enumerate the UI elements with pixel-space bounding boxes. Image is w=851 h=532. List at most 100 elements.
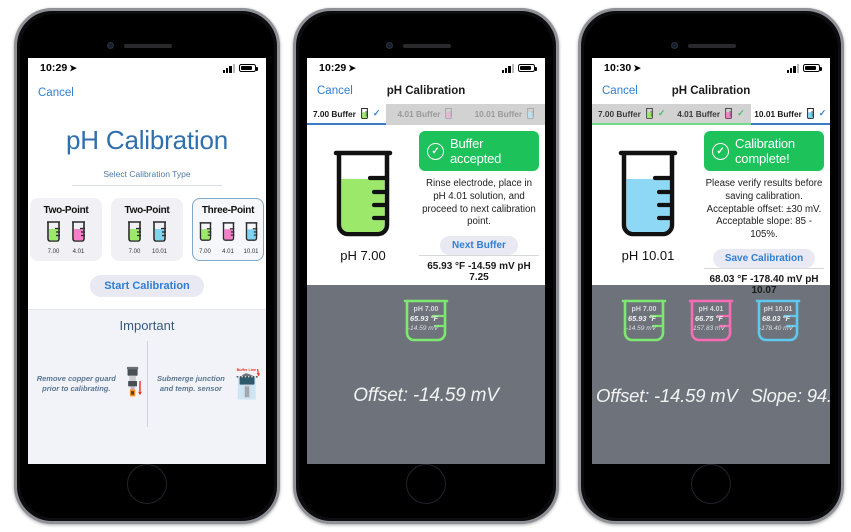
result-chip: pH 10.01 68.03 °F -178.40 mV xyxy=(749,297,807,350)
next-buffer-button[interactable]: Next Buffer xyxy=(440,236,518,256)
current-buffer-ph: pH 10.01 xyxy=(621,248,675,263)
tab-buffer-4-01[interactable]: 4.01 Buffer ✓ xyxy=(671,104,751,125)
tip-remove-copper-guard: Remove copper guard prior to calibrating… xyxy=(28,341,148,427)
result-beaker-icon: pH 4.01 66.75 °F 157.83 mV xyxy=(688,299,734,342)
chip-ph: pH 4.01 xyxy=(699,306,724,313)
beaker-glyph xyxy=(47,221,60,242)
buffer-tab-bar: 7.00 Buffer ✓ 4.01 Buffer xyxy=(592,104,830,125)
live-readout: 65.93 °F -14.59 mV pH 7.25 xyxy=(419,255,539,287)
tab-check-icon: ✓ xyxy=(818,108,827,118)
status-indicators xyxy=(501,63,537,73)
chip-ph: pH 10.01 xyxy=(764,306,793,313)
large-beaker-icon xyxy=(618,150,678,237)
phone-1-body: 10:29 ➤ Cancel pH Calibration Select Cali… xyxy=(20,14,274,518)
buffer-tab-bar: 7.00 Buffer ✓ 4.01 Buffer xyxy=(307,104,545,125)
probe-submerged-icon: Buffer Line xyxy=(236,368,261,400)
beaker-glyph xyxy=(128,221,141,242)
phone-1-screen: 10:29 ➤ Cancel pH Calibration Select Cali… xyxy=(28,58,266,464)
beaker-glyph xyxy=(72,221,85,242)
check-circle-icon: ✓ xyxy=(712,142,729,160)
nav-bar: Cancel pH Calibration xyxy=(592,78,830,104)
signal-bars-icon xyxy=(786,63,799,73)
large-beaker-icon xyxy=(333,150,393,237)
step-details: ✓ Calibration complete! Please verify re… xyxy=(704,125,830,296)
status-banner: ✓ Calibration complete! xyxy=(704,131,824,171)
offset-value: Offset: -14.59 mV xyxy=(353,385,499,406)
summary-text: Offset: -14.59 mV xyxy=(307,385,545,407)
front-camera-icon xyxy=(386,42,393,49)
home-button[interactable] xyxy=(691,464,731,504)
phone-2-body: 10:29 ➤ Cancel pH Calibration 7.00 Buffer xyxy=(299,14,553,518)
important-tips: Remove copper guard prior to calibrating… xyxy=(28,341,266,427)
current-buffer-display: pH 10.01 xyxy=(592,125,704,285)
beaker-glyph xyxy=(153,221,166,242)
tip-submerge-junction: Submerge junction and temp. sensor Buffe… xyxy=(148,341,267,427)
status-time: 10:29 ➤ xyxy=(40,62,77,74)
select-calibration-type-label: Select Calibration Type xyxy=(103,169,191,179)
tab-label: 4.01 Buffer xyxy=(397,108,441,119)
phone-3-screen: 10:30 ➤ Cancel pH Calibration 7.00 Buffer xyxy=(592,58,830,464)
beaker-icon: 7.00 xyxy=(196,220,215,255)
important-title: Important xyxy=(119,318,175,333)
phone-3-body: 10:30 ➤ Cancel pH Calibration 7.00 Buffer xyxy=(584,14,838,518)
tab-buffer-10-01[interactable]: 10.01 Buffer xyxy=(465,104,545,125)
home-button[interactable] xyxy=(127,464,167,504)
cancel-button[interactable]: Cancel xyxy=(38,87,74,99)
calibration-type-label: Two-Point xyxy=(124,205,170,216)
beaker-icon xyxy=(360,108,368,119)
beaker-glyph xyxy=(245,222,257,241)
save-calibration-button[interactable]: Save Calibration xyxy=(712,248,816,268)
result-chips: pH 7.00 65.93 °F -14.59 mV xyxy=(307,297,545,350)
nav-bar: Cancel xyxy=(28,78,266,108)
calibration-type-two-point-7-10[interactable]: Two-Point 7.00 10.01 xyxy=(111,198,183,261)
result-beaker-icon: pH 7.00 65.93 °F -14.59 mV xyxy=(403,299,449,342)
beaker-icon: 7.00 xyxy=(124,220,145,255)
battery-icon xyxy=(239,63,258,73)
calibration-type-options: Two-Point 7.00 4.01 Two-Point 7.00 10.01… xyxy=(28,198,266,261)
phone-1: 10:29 ➤ Cancel pH Calibration Select Cali… xyxy=(14,8,280,524)
beaker-set: 7.00 10.01 xyxy=(116,220,178,255)
chip-temp: 68.03 °F xyxy=(762,314,791,323)
chip-temp: 66.75 °F xyxy=(695,314,724,323)
chip-mv: -178.40 mV xyxy=(759,325,794,332)
chip-mv: -14.59 mV xyxy=(626,325,657,332)
status-bar: 10:30 ➤ xyxy=(592,58,830,78)
tab-buffer-7-00[interactable]: 7.00 Buffer ✓ xyxy=(307,104,387,125)
chip-mv: -14.59 mV xyxy=(408,325,439,332)
beaker-icon xyxy=(527,108,534,119)
status-banner: ✓ Buffer accepted xyxy=(419,131,539,171)
result-chips: pH 7.00 65.93 °F -14.59 mV pH 4.01 66.75… xyxy=(592,297,830,350)
location-arrow-icon: ➤ xyxy=(348,63,357,73)
beaker-icon: 7.00 xyxy=(43,220,64,255)
beaker-set: 7.00 4.01 xyxy=(35,220,97,255)
battery-icon xyxy=(803,63,822,73)
calibration-type-label: Three-Point xyxy=(201,205,255,216)
earpiece-speaker xyxy=(124,44,172,48)
home-button[interactable] xyxy=(406,464,446,504)
tab-check-icon: ✓ xyxy=(737,108,745,118)
chip-temp: 65.93 °F xyxy=(628,314,657,323)
tab-buffer-4-01[interactable]: 4.01 Buffer xyxy=(386,104,466,125)
beaker-icon: 10.01 xyxy=(242,220,261,255)
calibration-type-three-point[interactable]: Three-Point 7.00 4.01 10.01 xyxy=(192,198,264,261)
page-title: pH Calibration xyxy=(386,85,466,97)
chip-temp: 65.93 °F xyxy=(410,314,439,323)
probe-no-guard-icon xyxy=(126,366,142,397)
beaker-label: 4.01 xyxy=(222,249,234,255)
buffer-line-label: Buffer Line xyxy=(237,368,256,372)
location-arrow-icon: ➤ xyxy=(633,63,642,73)
tab-buffer-10-01[interactable]: 10.01 Buffer ✓ xyxy=(750,104,830,125)
status-time: 10:29 ➤ xyxy=(319,62,356,74)
calibration-type-two-point-7-4[interactable]: Two-Point 7.00 4.01 xyxy=(30,198,102,261)
status-time-text: 10:29 xyxy=(319,62,347,74)
beaker-icon xyxy=(725,108,733,119)
status-banner-text: Calibration complete! xyxy=(735,136,795,166)
status-time-text: 10:30 xyxy=(604,62,632,74)
start-calibration-button[interactable]: Start Calibration xyxy=(90,275,204,297)
step-details: ✓ Buffer accepted Rinse electrode, place… xyxy=(419,125,545,285)
tab-buffer-7-00[interactable]: 7.00 Buffer ✓ xyxy=(592,104,672,125)
important-section: Important Remove copper guard prior to c… xyxy=(28,309,266,464)
tab-label: 7.00 Buffer xyxy=(597,108,641,119)
page-title: pH Calibration xyxy=(66,125,228,155)
result-chip: pH 7.00 65.93 °F -14.59 mV xyxy=(397,297,455,350)
